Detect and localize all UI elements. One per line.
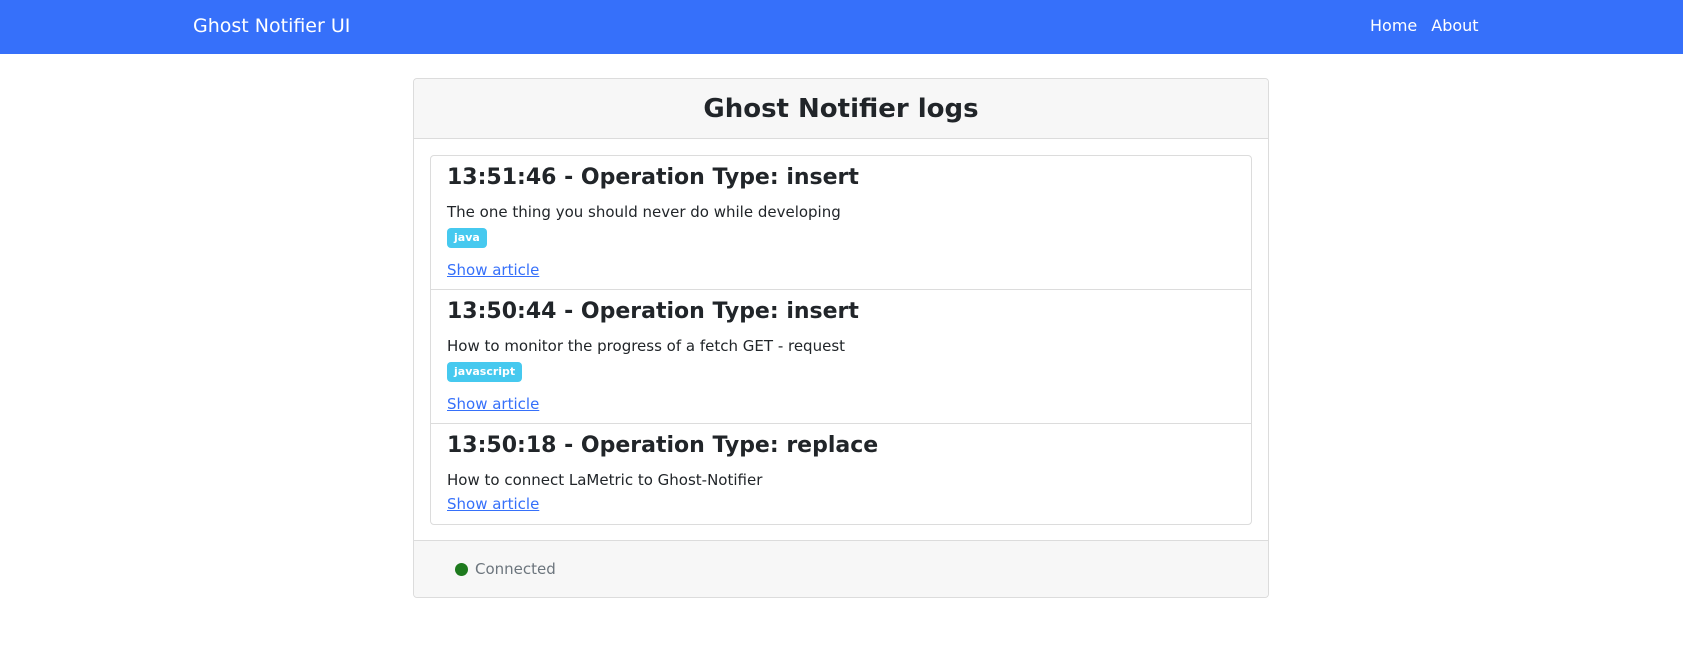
- brand-link[interactable]: Ghost Notifier UI: [193, 14, 350, 38]
- show-article-link[interactable]: Show article: [447, 494, 539, 514]
- log-item: 13:50:18 - Operation Type: replace How t…: [431, 424, 1251, 524]
- tag-badge: javascript: [447, 362, 523, 382]
- log-item-description: The one thing you should never do while …: [447, 203, 841, 221]
- log-item: 13:50:44 - Operation Type: insert How to…: [431, 290, 1251, 424]
- log-list: 13:51:46 - Operation Type: insert The on…: [430, 155, 1252, 525]
- log-item-title: 13:50:18 - Operation Type: replace: [447, 433, 879, 458]
- nav-about-link[interactable]: About: [1431, 16, 1478, 36]
- log-item-title: 13:50:44 - Operation Type: insert: [447, 299, 859, 324]
- show-article-link[interactable]: Show article: [447, 260, 539, 280]
- card-footer: Connected: [414, 540, 1268, 597]
- log-item: 13:51:46 - Operation Type: insert The on…: [431, 156, 1251, 290]
- status-indicator-icon: [455, 563, 468, 576]
- top-navbar: Ghost Notifier UI Home About: [0, 0, 1683, 54]
- logs-card: Ghost Notifier logs 13:51:46 - Operation…: [413, 78, 1269, 598]
- log-item-description: How to monitor the progress of a fetch G…: [447, 337, 846, 355]
- connection-status: Connected: [475, 560, 556, 578]
- show-article-link[interactable]: Show article: [447, 394, 539, 414]
- page-title: Ghost Notifier logs: [703, 94, 979, 124]
- log-item-title: 13:51:46 - Operation Type: insert: [447, 165, 859, 190]
- tag-badge: java: [447, 228, 487, 248]
- nav-links: Home About: [1370, 16, 1479, 36]
- log-item-description: How to connect LaMetric to Ghost-Notifie…: [447, 471, 763, 489]
- card-header: Ghost Notifier logs: [414, 79, 1268, 139]
- nav-home-link[interactable]: Home: [1370, 16, 1417, 36]
